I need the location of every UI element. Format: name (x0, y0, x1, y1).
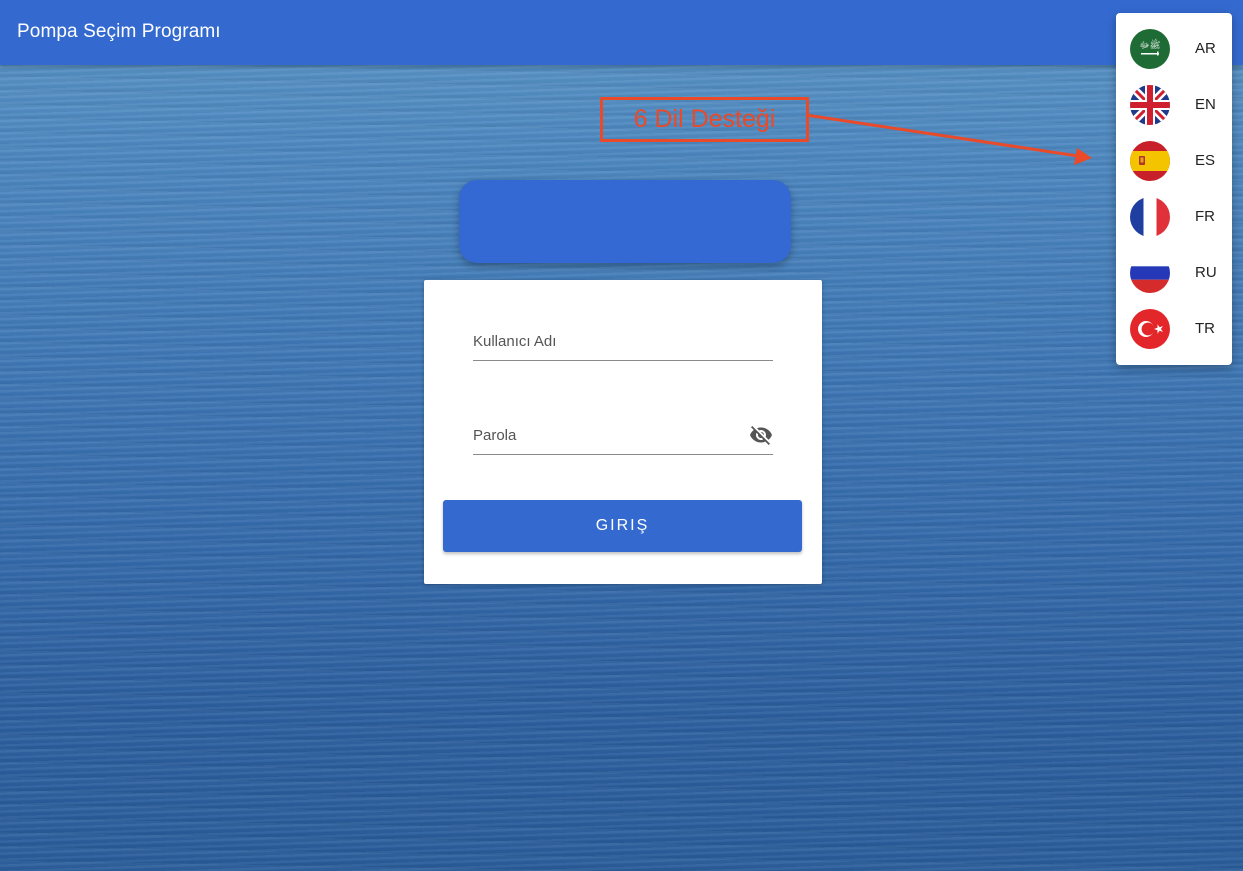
language-code: TR (1195, 320, 1215, 337)
password-field (473, 420, 773, 455)
language-item-ar[interactable]: ﷺﷻ AR (1116, 21, 1232, 77)
saudi-arabia-flag-icon: ﷺﷻ (1130, 29, 1170, 69)
page-background: Pompa Seçim Programı GIRIŞ 6 Dil Desteği (0, 0, 1243, 871)
language-item-fr[interactable]: FR (1116, 189, 1232, 245)
login-button[interactable]: GIRIŞ (443, 500, 802, 552)
language-item-ru[interactable]: RU (1116, 245, 1232, 301)
password-input[interactable] (473, 420, 743, 450)
username-input[interactable] (473, 326, 743, 356)
united-kingdom-flag-icon (1130, 85, 1170, 125)
annotation-callout: 6 Dil Desteği (600, 97, 809, 142)
language-item-tr[interactable]: TR (1116, 301, 1232, 357)
language-item-en[interactable]: EN (1116, 77, 1232, 133)
logo-placeholder (459, 180, 791, 263)
spain-flag-icon (1130, 141, 1170, 181)
turkey-flag-icon (1130, 309, 1170, 349)
visibility-off-icon[interactable] (749, 423, 773, 447)
france-flag-icon (1130, 197, 1170, 237)
app-bar: Pompa Seçim Programı (0, 0, 1243, 65)
language-code: AR (1195, 40, 1216, 57)
annotation-text: 6 Dil Desteği (633, 105, 776, 133)
app-title: Pompa Seçim Programı (17, 21, 221, 42)
language-code: EN (1195, 96, 1216, 113)
login-card: GIRIŞ (424, 280, 822, 584)
language-code: ES (1195, 152, 1216, 169)
language-item-es[interactable]: ES (1116, 133, 1232, 189)
username-field (473, 326, 773, 361)
russia-flag-icon (1130, 253, 1170, 293)
language-menu: ﷺﷻ AR EN ES FR RU TR (1116, 13, 1232, 365)
language-code: RU (1195, 264, 1217, 281)
language-code: FR (1195, 208, 1215, 225)
